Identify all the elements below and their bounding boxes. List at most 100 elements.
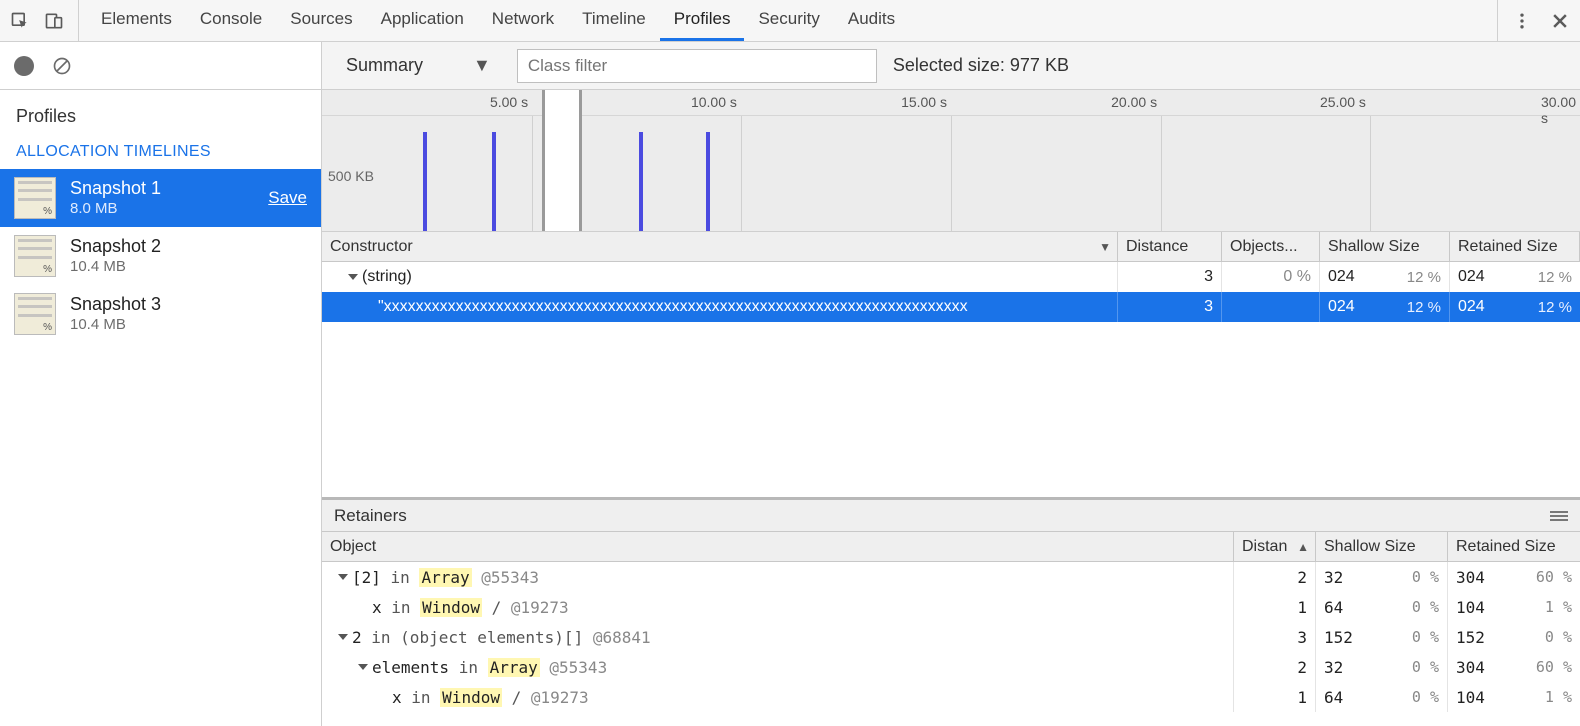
constructors-body[interactable]: (string) 3 0 % 02412 % 02412 % "xxxxxxxx… [322,262,1580,500]
chevron-down-icon: ▼ [473,55,491,76]
tab-timeline[interactable]: Timeline [568,0,660,41]
constructors-header: Constructor ▼ Distance Objects... Shallo… [322,232,1580,262]
timeline-tick: 20.00 s [1111,94,1161,110]
inspect-element-icon[interactable] [10,11,30,31]
more-options-icon[interactable] [1512,11,1532,31]
cell-distance: 1 [1234,592,1316,622]
col-objects[interactable]: Objects... [1222,232,1320,261]
devtools-tabs: ElementsConsoleSourcesApplicationNetwork… [87,0,1497,41]
tab-security[interactable]: Security [744,0,833,41]
col-retained-r[interactable]: Retained Size [1448,532,1580,561]
tab-elements[interactable]: Elements [87,0,186,41]
snapshot-item[interactable]: % Snapshot 2 10.4 MB [0,227,321,285]
timeline-tick: 5.00 s [490,94,532,110]
disclosure-triangle-icon[interactable] [338,634,348,640]
retainer-row[interactable]: [2] in Array @55343 2 320 % 30460 % [322,562,1580,592]
retainer-row[interactable]: x in Window / @19273 1 640 % 1041 % [322,682,1580,712]
cell-shallow: 640 % [1316,592,1448,622]
snapshot-size: 8.0 MB [70,200,254,219]
cell-shallow: 02412 % [1320,262,1450,292]
panel-menu-icon[interactable] [1550,509,1568,523]
cell-distance: 1 [1234,682,1316,712]
cell-distance: 3 [1118,292,1222,322]
allocation-bar [639,132,643,231]
sidebar-toolbar [0,42,321,90]
timeline-tick: 25.00 s [1320,94,1370,110]
snapshot-item[interactable]: % Snapshot 3 10.4 MB [0,285,321,343]
cell-retained: 1041 % [1448,592,1580,622]
cell-objects: 0 % [1222,262,1320,292]
snapshot-size: 10.4 MB [70,258,307,277]
disclosure-triangle-icon[interactable] [348,274,358,280]
col-shallow[interactable]: Shallow Size [1320,232,1450,261]
constructor-label: (string) [362,268,412,286]
cell-retained: 30460 % [1448,652,1580,682]
allocation-bar [423,132,427,231]
col-shallow-r[interactable]: Shallow Size [1316,532,1448,561]
close-icon[interactable] [1550,11,1570,31]
snapshot-item[interactable]: % Snapshot 1 8.0 MB Save [0,169,321,227]
tab-sources[interactable]: Sources [276,0,366,41]
tab-profiles[interactable]: Profiles [660,0,745,41]
clear-icon[interactable] [52,56,72,76]
col-retained[interactable]: Retained Size [1450,232,1580,261]
snapshot-size: 10.4 MB [70,316,307,335]
disclosure-triangle-icon[interactable] [338,574,348,580]
cell-shallow: 1520 % [1316,622,1448,652]
retainer-object: x in Window / @19273 [392,688,589,707]
timeline-selection[interactable] [542,90,582,231]
sort-indicator-icon: ▼ [1099,240,1111,254]
snapshot-name: Snapshot 1 [70,177,254,200]
snapshot-name: Snapshot 3 [70,293,307,316]
cell-shallow: 320 % [1316,652,1448,682]
allocation-timeline[interactable]: 5.00 s10.00 s15.00 s20.00 s25.00 s30.00 … [322,90,1580,232]
allocation-bar [492,132,496,231]
sort-asc-icon: ▲ [1297,540,1309,554]
toggle-device-icon[interactable] [44,11,64,31]
retainer-object: [2] in Array @55343 [352,568,539,587]
tab-network[interactable]: Network [478,0,568,41]
retainer-object: x in Window / @19273 [372,598,569,617]
sidebar-title: Profiles [0,90,321,133]
class-filter-input[interactable] [517,49,877,83]
cell-retained: 02412 % [1450,262,1580,292]
tab-console[interactable]: Console [186,0,276,41]
filter-bar: Summary ▼ Selected size: 977 KB [322,42,1580,90]
cell-retained: 30460 % [1448,562,1580,592]
timeline-tick: 15.00 s [901,94,951,110]
disclosure-triangle-icon[interactable] [358,664,368,670]
constructor-row[interactable]: "xxxxxxxxxxxxxxxxxxxxxxxxxxxxxxxxxxxxxxx… [322,292,1580,322]
timeline-y-label: 500 KB [328,168,374,184]
cell-distance: 3 [1234,622,1316,652]
retainer-row[interactable]: elements in Array @55343 2 320 % 30460 % [322,652,1580,682]
view-select[interactable]: Summary ▼ [336,51,501,80]
sidebar-subtitle: ALLOCATION TIMELINES [0,133,321,169]
main-area: Profiles ALLOCATION TIMELINES % Snapshot… [0,42,1580,726]
constructors-panel: Constructor ▼ Distance Objects... Shallo… [322,232,1580,500]
constructor-label: "xxxxxxxxxxxxxxxxxxxxxxxxxxxxxxxxxxxxxxx… [378,298,968,316]
col-distance[interactable]: Distance [1118,232,1222,261]
snapshot-save-link[interactable]: Save [268,188,307,208]
snapshot-list: % Snapshot 1 8.0 MB Save % Snapshot 2 10… [0,169,321,343]
retainer-row[interactable]: x in Window / @19273 1 640 % 1041 % [322,592,1580,622]
tab-audits[interactable]: Audits [834,0,909,41]
cell-retained: 1520 % [1448,622,1580,652]
view-select-label: Summary [346,55,423,76]
col-constructor[interactable]: Constructor ▼ [322,232,1118,261]
col-distance-r[interactable]: Distan ▲ [1234,532,1316,561]
constructor-row[interactable]: (string) 3 0 % 02412 % 02412 % [322,262,1580,292]
record-button[interactable] [14,56,34,76]
retainer-row[interactable]: 2 in (object elements)[] @68841 3 1520 %… [322,622,1580,652]
col-object[interactable]: Object [322,532,1234,561]
retainers-body[interactable]: [2] in Array @55343 2 320 % 30460 % x in… [322,562,1580,726]
tab-application[interactable]: Application [367,0,478,41]
selected-size-label: Selected size: 977 KB [893,55,1069,76]
cell-retained: 1041 % [1448,682,1580,712]
allocation-bar [706,132,710,231]
retainer-object: elements in Array @55343 [372,658,607,677]
cell-shallow: 640 % [1316,682,1448,712]
cell-shallow: 02412 % [1320,292,1450,322]
profiles-sidebar: Profiles ALLOCATION TIMELINES % Snapshot… [0,42,322,726]
content-area: Summary ▼ Selected size: 977 KB 5.00 s10… [322,42,1580,726]
snapshot-thumb-icon: % [14,235,56,277]
